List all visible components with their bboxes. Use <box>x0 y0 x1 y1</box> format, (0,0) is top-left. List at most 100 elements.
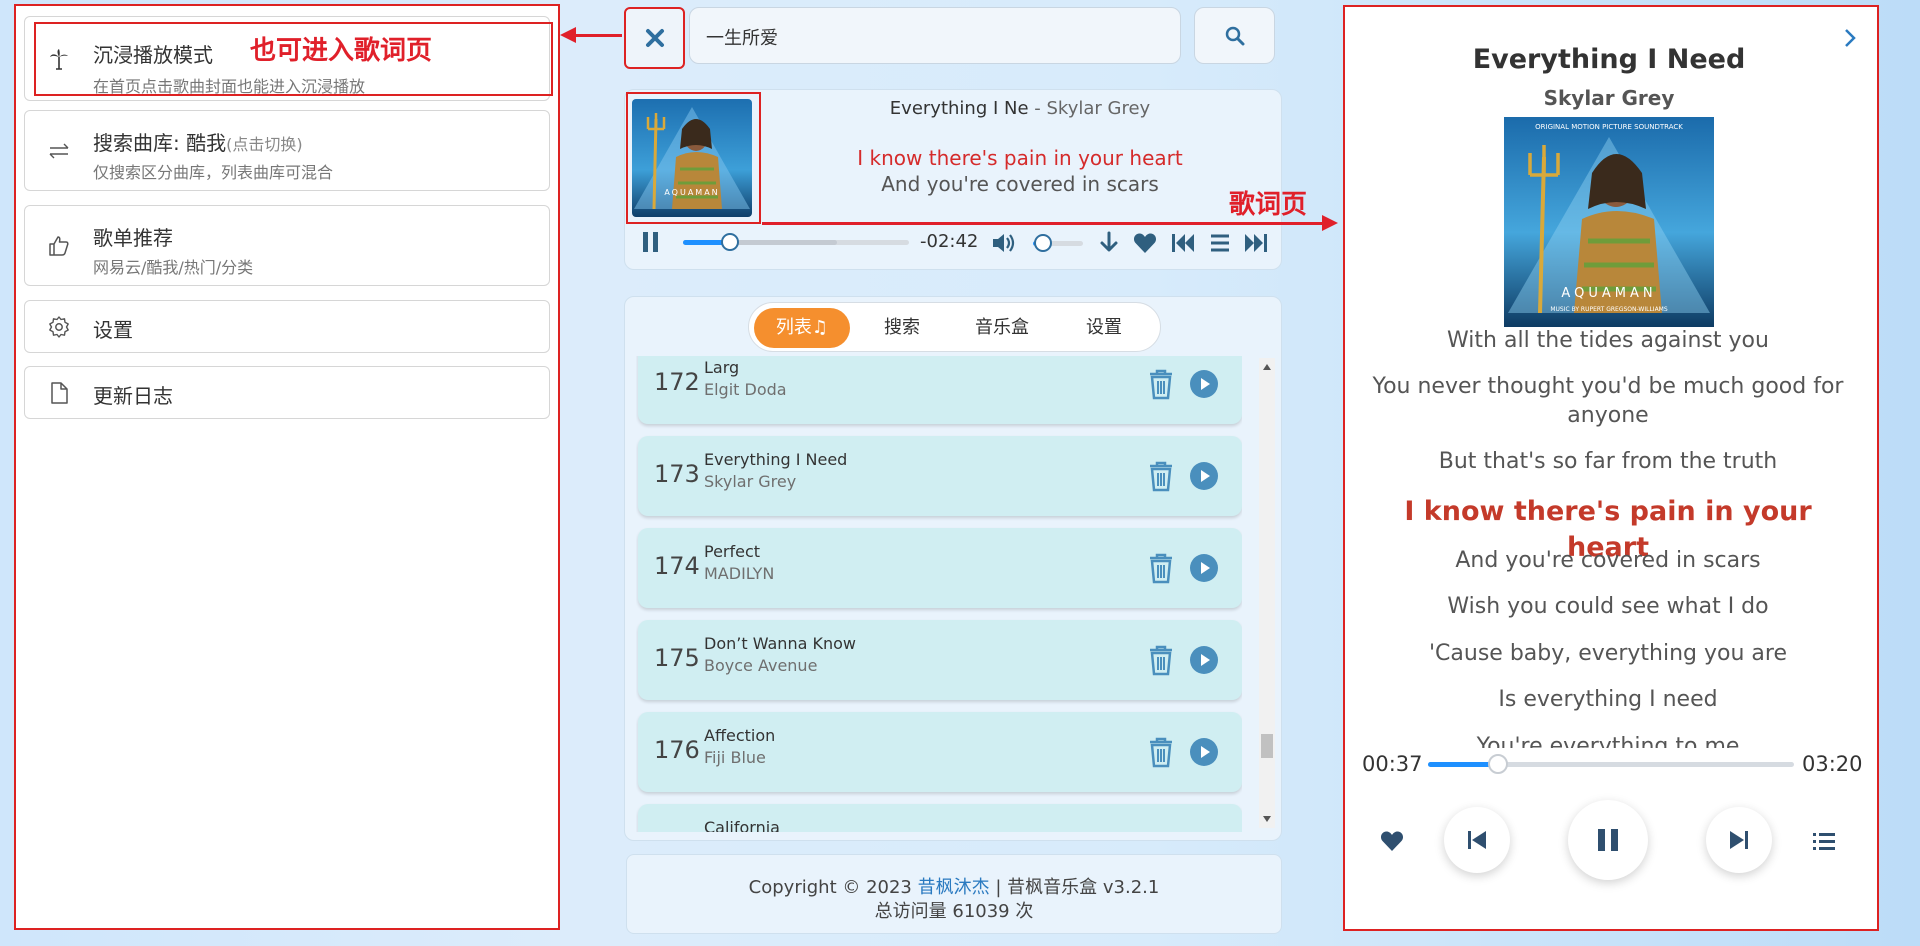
current-lyric-line: I know there's pain in your heart <box>857 146 1183 170</box>
volume-icon <box>993 234 1015 252</box>
favorite-button[interactable] <box>1133 232 1157 254</box>
progress-bar[interactable] <box>683 233 909 251</box>
download-button[interactable] <box>1098 231 1120 255</box>
album-cover[interactable]: AQUAMAN <box>632 99 752 217</box>
list-item[interactable]: 177 California <box>638 804 1242 832</box>
trash-icon[interactable] <box>1148 644 1174 676</box>
search-input[interactable] <box>704 25 1158 48</box>
thumbs-up-icon <box>47 234 71 258</box>
lyrics-scroll-area[interactable]: With all the tides against you You never… <box>1360 326 1856 748</box>
copyright-line: Copyright © 2023 昔枫沐杰 | 昔枫音乐盒 v3.2.1 <box>627 873 1281 899</box>
song-name: Perfect <box>704 542 761 561</box>
search-icon <box>1225 26 1245 46</box>
menu-item-subtitle: 仅搜索区分曲库，列表曲库可混合 <box>93 163 334 182</box>
next-lyric-line: And you're covered in scars <box>881 172 1159 196</box>
annotation-arrow-right <box>762 222 1328 225</box>
lyrics-album-cover: ORIGINAL MOTION PICTURE SOUNDTRACK AQUAM… <box>1504 117 1714 327</box>
lyric-line: With all the tides against you <box>1447 328 1769 353</box>
pause-button[interactable] <box>640 230 662 254</box>
song-index: 176 <box>654 736 700 764</box>
menu-item-title: 歌单推荐 <box>93 226 173 250</box>
song-artist: Boyce Avenue <box>704 656 818 675</box>
list-scrollbar[interactable] <box>1259 358 1275 828</box>
lyrics-previous-button[interactable] <box>1444 807 1510 873</box>
song-index: 177 <box>654 828 700 832</box>
pause-icon <box>1598 829 1618 851</box>
search-field[interactable] <box>689 7 1181 64</box>
close-panel-button[interactable] <box>624 7 685 69</box>
remaining-time: -02:42 <box>920 231 979 252</box>
trash-icon[interactable] <box>1148 552 1174 584</box>
tab-search[interactable]: 搜索 <box>859 308 945 348</box>
volume-slider[interactable] <box>1033 234 1083 252</box>
lyrics-playlist-button[interactable] <box>1812 830 1836 852</box>
list-item[interactable]: 173 Everything I Need Skylar Grey <box>638 436 1242 516</box>
app-version: | 昔枫音乐盒 v3.2.1 <box>995 877 1160 898</box>
play-icon[interactable] <box>1190 646 1218 674</box>
tab-music-box[interactable]: 音乐盒 <box>954 308 1050 348</box>
cover-top-text: ORIGINAL MOTION PICTURE SOUNDTRACK <box>1535 123 1683 131</box>
lyrics-song-artist: Skylar Grey <box>1543 86 1675 110</box>
tab-settings[interactable]: 设置 <box>1059 308 1149 348</box>
lyrics-song-title: Everything I Need <box>1472 44 1746 75</box>
lyric-line: And you're covered in scars <box>1455 548 1761 573</box>
playlist-button[interactable] <box>1209 232 1231 254</box>
list-item[interactable]: 175 Don’t Wanna Know Boyce Avenue <box>638 620 1242 700</box>
swap-arrows-icon <box>47 139 71 163</box>
lyric-line: Wish you could see what I do <box>1447 594 1769 619</box>
library-switch-hint[interactable]: (点击切换) <box>226 135 303 154</box>
menu-item-changelog[interactable]: 更新日志 <box>24 366 550 419</box>
close-icon <box>646 29 664 47</box>
author-link[interactable]: 昔枫沐杰 <box>918 877 990 898</box>
menu-item-settings[interactable]: 设置 <box>24 300 550 353</box>
play-icon[interactable] <box>1190 370 1218 398</box>
lyrics-progress-knob[interactable] <box>1487 754 1508 774</box>
list-item[interactable]: 174 Perfect MADILYN <box>638 528 1242 608</box>
play-icon[interactable] <box>1190 554 1218 582</box>
duration: 03:20 <box>1802 752 1863 776</box>
lyrics-favorite-button[interactable] <box>1380 830 1404 852</box>
song-index: 173 <box>654 460 700 488</box>
play-icon[interactable] <box>1190 462 1218 490</box>
lyrics-pause-button[interactable] <box>1568 800 1648 880</box>
previous-button[interactable] <box>1171 232 1195 254</box>
song-name: California <box>704 818 780 832</box>
menu-item-search-library[interactable]: 搜索曲库: 酷我(点击切换) 仅搜索区分曲库，列表曲库可混合 <box>24 110 550 191</box>
volume-button[interactable] <box>990 230 1016 256</box>
trash-icon[interactable] <box>1148 736 1174 768</box>
song-artist: Elgit Doda <box>704 380 787 399</box>
list-item[interactable]: 172 Larg Elgit Doda <box>638 356 1242 424</box>
song-name: Everything I Need <box>704 450 848 469</box>
annotation-arrow-left <box>570 34 622 37</box>
heart-icon <box>1133 233 1157 253</box>
cover-title-text: AQUAMAN <box>664 188 719 197</box>
next-button[interactable] <box>1244 232 1268 254</box>
tab-bar: 列表♫ 搜索 音乐盒 设置 <box>748 302 1161 352</box>
list-item[interactable]: 176 Affection Fiji Blue <box>638 712 1242 792</box>
search-button[interactable] <box>1194 7 1275 64</box>
play-icon[interactable] <box>1190 738 1218 766</box>
menu-item-title: 设置 <box>93 318 133 342</box>
cover-title-text: AQUAMAN <box>1561 286 1656 301</box>
song-name: Larg <box>704 358 740 377</box>
song-name: Don’t Wanna Know <box>704 634 856 653</box>
lyrics-progress-bar[interactable] <box>1428 754 1794 774</box>
current-time: 00:37 <box>1362 752 1423 776</box>
menu-item-title: 更新日志 <box>93 384 173 408</box>
song-artist: MADILYN <box>704 564 775 583</box>
skip-forward-icon <box>1730 831 1748 849</box>
lyric-line: But that's so far from the truth <box>1438 449 1778 474</box>
skip-forward-icon <box>1245 234 1267 252</box>
trash-icon[interactable] <box>1148 368 1174 400</box>
menu-item-playlist-recommend[interactable]: 歌单推荐 网易云/酷我/热门/分类 <box>24 205 550 286</box>
lyric-line: You never thought you'd be much good for… <box>1372 374 1844 428</box>
trash-icon[interactable] <box>1148 460 1174 492</box>
now-playing-title: Everything I Ne - Skylar Grey <box>760 98 1280 119</box>
lyrics-next-button[interactable] <box>1706 807 1772 873</box>
menu-item-title: 搜索曲库: 酷我(点击切换) <box>93 127 303 156</box>
tab-list[interactable]: 列表♫ <box>754 308 850 348</box>
volume-knob[interactable] <box>1034 234 1052 252</box>
download-icon <box>1100 231 1118 252</box>
skip-back-icon <box>1468 831 1486 849</box>
song-index: 172 <box>654 368 700 396</box>
